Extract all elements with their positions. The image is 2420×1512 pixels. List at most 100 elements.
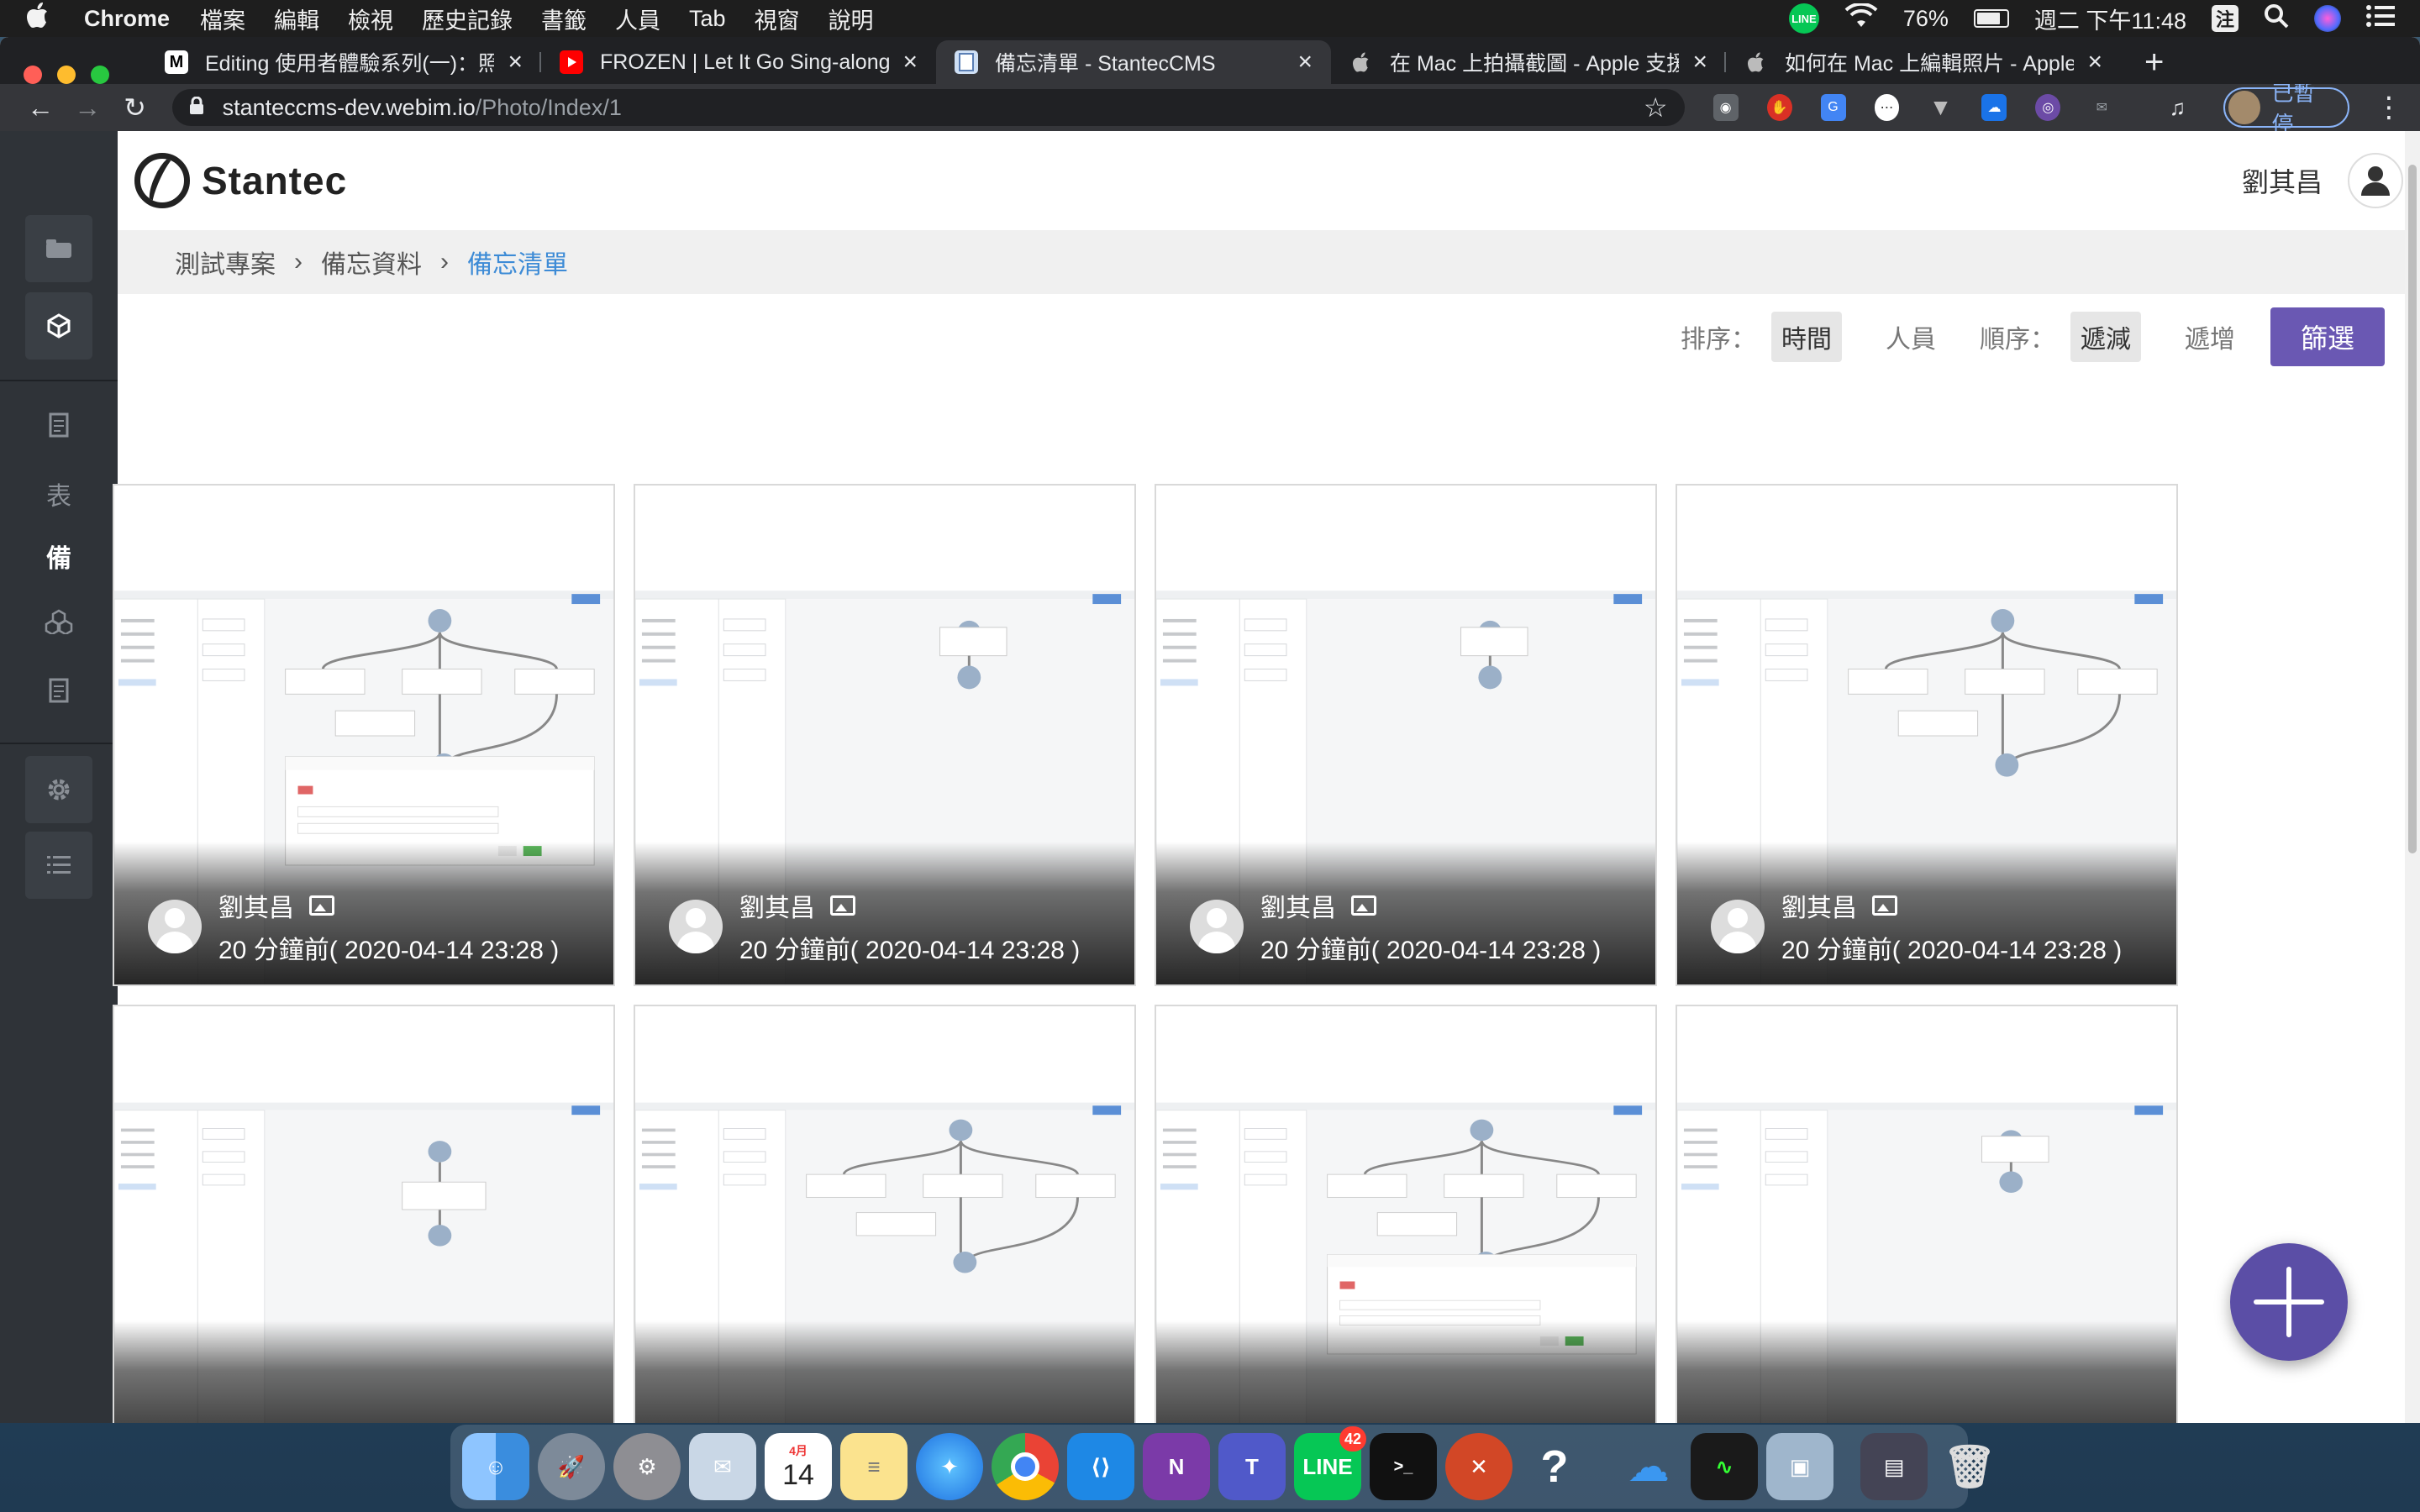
profile-button[interactable]: 已暫停 — [2223, 81, 2349, 137]
add-photo-button[interactable] — [2230, 1243, 2348, 1361]
photo-card[interactable]: 劉其昌 20 分鐘前( 2020-04-14 23:28 ) — [113, 484, 615, 986]
dock-remote-desktop-icon[interactable]: ✕ — [1445, 1433, 1512, 1500]
bookmark-star-icon[interactable]: ☆ — [1644, 92, 1668, 123]
forward-icon[interactable]: → — [64, 92, 111, 123]
tab-apple-photos[interactable]: 如何在 Mac 上編輯照片 - Apple 支 × — [1726, 40, 2121, 84]
sidebar-item-table[interactable]: 表 — [25, 460, 92, 528]
dock-terminal-icon[interactable]: >_ — [1370, 1433, 1437, 1500]
input-method-icon[interactable]: 注 — [2212, 5, 2238, 32]
sidebar-item-document[interactable] — [25, 391, 92, 459]
dock-vscode-icon[interactable]: ⟨⟩ — [1067, 1433, 1134, 1500]
apple-menu-icon[interactable] — [25, 3, 50, 34]
breadcrumb-memo-data[interactable]: 備忘資料 — [321, 244, 422, 281]
photo-card[interactable]: 劉其昌 — [1155, 1005, 1657, 1423]
menu-help[interactable]: 說明 — [829, 3, 874, 35]
extension-mask-icon[interactable]: ◎ — [2035, 94, 2061, 121]
fullscreen-window-button[interactable] — [91, 66, 109, 84]
spotlight-search-icon[interactable] — [2264, 3, 2289, 34]
dock-help-icon[interactable]: ? — [1521, 1433, 1588, 1500]
user-menu[interactable]: 劉其昌 — [2242, 153, 2403, 208]
user-avatar-icon[interactable] — [2348, 153, 2403, 208]
menu-people[interactable]: 人員 — [615, 3, 660, 35]
minimize-window-button[interactable] — [57, 66, 76, 84]
sort-option-time[interactable]: 時間 — [1771, 312, 1842, 362]
menu-bookmarks[interactable]: 書籤 — [541, 3, 587, 35]
tab-apple-screenshot[interactable]: 在 Mac 上拍攝截圖 - Apple 支援 × — [1331, 40, 1726, 84]
dock-line-icon[interactable]: LINE 42 — [1294, 1426, 1366, 1500]
close-tab-icon[interactable]: × — [1692, 48, 1707, 76]
battery-icon[interactable] — [1973, 9, 2009, 28]
sidebar-item-cubes[interactable] — [25, 588, 92, 655]
clock[interactable]: 週二 下午11:48 — [2034, 3, 2186, 35]
menu-edit[interactable]: 編輯 — [274, 3, 319, 35]
extension-vue-icon[interactable]: ▼ — [1928, 94, 1953, 121]
address-bar[interactable]: stanteccms-dev.webim.io/Photo/Index/1 ☆ — [171, 89, 1685, 126]
close-tab-icon[interactable]: × — [1297, 48, 1313, 76]
app-menu-chrome[interactable]: Chrome — [84, 6, 170, 32]
dock-mail-icon[interactable]: ✉ — [689, 1433, 756, 1500]
sidebar-item-settings[interactable] — [25, 756, 92, 823]
close-tab-icon[interactable]: × — [2087, 48, 2102, 76]
dock-activity-monitor-icon[interactable]: ∿ — [1691, 1433, 1758, 1500]
dock-chrome-icon[interactable] — [992, 1433, 1059, 1500]
photo-card[interactable]: 劉其昌 20 分鐘前( 2020-04-14 23:28 ) — [634, 484, 1136, 986]
dock-teams-icon[interactable]: T — [1218, 1433, 1286, 1500]
close-tab-icon[interactable]: × — [902, 48, 918, 76]
dock-system-preferences-icon[interactable]: ⚙ — [613, 1433, 681, 1500]
wifi-icon[interactable] — [1844, 2, 1878, 34]
notification-center-icon[interactable] — [2366, 4, 2395, 34]
dock-onenote-icon[interactable]: N — [1143, 1433, 1210, 1500]
media-queue-icon[interactable]: ♫ — [2165, 94, 2190, 121]
sidebar-item-list[interactable] — [25, 832, 92, 899]
order-option-desc[interactable]: 遞減 — [2070, 312, 2141, 362]
photo-card[interactable]: 劉其昌 — [113, 1005, 615, 1423]
sidebar-item-cube[interactable] — [25, 292, 92, 360]
page-scrollbar[interactable] — [2405, 131, 2420, 1423]
close-window-button[interactable] — [24, 66, 42, 84]
menu-history[interactable]: 歷史記錄 — [422, 3, 513, 35]
dock-trash-icon[interactable]: 🗑 — [1936, 1433, 2003, 1500]
extension-ticket-icon[interactable]: ✉ — [2089, 94, 2114, 121]
line-status-icon[interactable]: LINE — [1788, 3, 1819, 34]
photo-card[interactable]: 劉其昌 — [634, 1005, 1136, 1423]
dock-onedrive-icon[interactable]: ☁ — [1615, 1433, 1682, 1500]
dock-calendar-icon[interactable]: 4月 14 — [765, 1433, 832, 1500]
dock-preview-icon[interactable]: ▣ — [1766, 1433, 1833, 1500]
photo-card[interactable]: 劉其昌 20 分鐘前( 2020-04-14 23:28 ) — [1155, 484, 1657, 986]
extension-stop-icon[interactable]: ✋ — [1766, 94, 1792, 121]
dock-notes-icon[interactable]: ≡ — [840, 1433, 908, 1500]
menu-view[interactable]: 檢視 — [348, 3, 393, 35]
back-icon[interactable]: ← — [17, 92, 64, 123]
breadcrumb-project[interactable]: 測試專案 — [175, 244, 276, 281]
chrome-menu-icon[interactable]: ⋮ — [2375, 91, 2403, 124]
menu-window[interactable]: 視窗 — [755, 3, 800, 35]
tab-stanteccms[interactable]: 備忘清單 - StantecCMS × — [936, 40, 1331, 84]
lock-icon[interactable] — [189, 95, 208, 121]
new-tab-icon[interactable]: + — [2121, 40, 2187, 84]
sidebar-item-memo[interactable]: 備 — [25, 522, 92, 590]
menu-file[interactable]: 檔案 — [200, 3, 245, 35]
tab-medium[interactable]: M Editing 使用者體驗系列(一)：照片 × — [146, 40, 541, 84]
extension-camera-icon[interactable]: ◉ — [1712, 94, 1739, 121]
sort-option-person[interactable]: 人員 — [1876, 312, 1946, 362]
extension-translate-icon[interactable]: G — [1820, 94, 1846, 121]
sidebar-item-document2[interactable] — [25, 657, 92, 724]
close-tab-icon[interactable]: × — [508, 48, 523, 76]
siri-icon[interactable] — [2314, 5, 2341, 32]
tab-youtube[interactable]: FROZEN | Let It Go Sing-along | Di × — [541, 40, 936, 84]
extension-cloud-icon[interactable]: ☁ — [1981, 94, 2007, 121]
filter-button[interactable]: 篩選 — [2270, 307, 2385, 366]
extension-dots-icon[interactable]: ⋯ — [1874, 94, 1900, 121]
dock-downloads-folder-icon[interactable]: ▤ — [1860, 1433, 1928, 1500]
dock-safari-icon[interactable]: ✦ — [916, 1433, 983, 1500]
stantec-logo[interactable]: Stantec — [134, 153, 347, 208]
reload-icon[interactable]: ↻ — [111, 92, 158, 123]
photo-card[interactable]: 劉其昌 — [1676, 1005, 2178, 1423]
photo-card[interactable]: 劉其昌 20 分鐘前( 2020-04-14 23:28 ) — [1676, 484, 2178, 986]
sidebar-item-folder[interactable] — [25, 215, 92, 282]
dock-finder-icon[interactable]: ☺ — [462, 1433, 529, 1500]
scrollbar-thumb[interactable] — [2408, 165, 2417, 853]
order-option-asc[interactable]: 遞增 — [2175, 312, 2245, 362]
menu-tab[interactable]: Tab — [689, 6, 726, 32]
dock-launchpad-icon[interactable]: 🚀 — [538, 1433, 605, 1500]
